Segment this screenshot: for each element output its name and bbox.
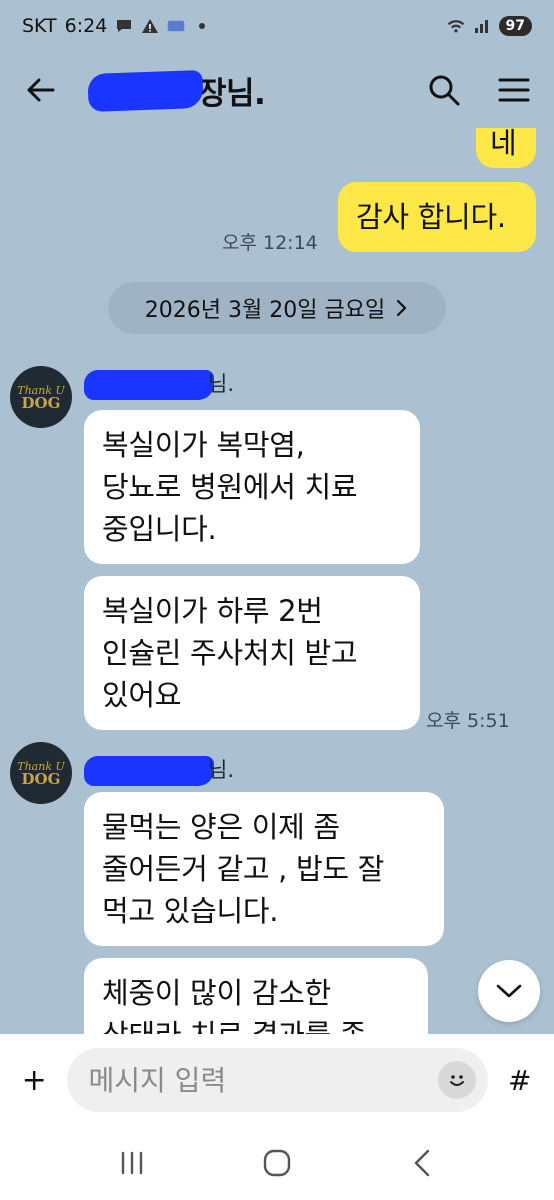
incoming-message-bubble[interactable]: 복실이가 하루 2번 인슐린 주사처치 받고 있어요	[84, 576, 420, 730]
message-line: 당뇨로 병원에서 치료	[102, 470, 358, 504]
dot-icon	[193, 17, 211, 35]
message-time: 오후 5:51	[426, 710, 510, 732]
avatar-text: DOG	[21, 394, 61, 412]
message-composer: + #	[0, 1034, 554, 1126]
date-divider[interactable]: 2026년 3월 20일 금요일	[108, 282, 446, 334]
home-button[interactable]	[252, 1138, 302, 1188]
status-bar: SKT 6:24 97	[0, 0, 554, 52]
smiley-icon	[449, 1075, 464, 1086]
back-nav-icon	[414, 1149, 429, 1177]
message-line: 체중이 많이 감소한	[102, 976, 331, 1010]
clock-time: 6:24	[64, 15, 108, 37]
message-input[interactable]	[88, 1063, 438, 1097]
message-line: 있어요	[102, 678, 182, 712]
system-navigation-bar	[0, 1126, 554, 1200]
message-text: 네	[490, 128, 517, 160]
home-icon	[263, 1149, 291, 1177]
message-line: 먹고 있습니다.	[102, 894, 279, 928]
chevron-down-icon	[496, 984, 522, 998]
message-time: 오후 12:14	[222, 232, 318, 254]
back-nav-button[interactable]	[397, 1138, 447, 1188]
recent-apps-icon	[122, 1151, 143, 1175]
chat-header: 장님.	[0, 52, 554, 128]
chat-title: 장님.	[87, 68, 266, 113]
menu-button[interactable]	[496, 72, 532, 108]
app-icon	[167, 17, 185, 35]
incoming-message-bubble[interactable]: 물먹는 양은 이제 좀 줄어든거 같고 , 밥도 잘 먹고 있습니다.	[84, 792, 444, 946]
signal-icon	[473, 17, 491, 35]
sender-name: 님.	[84, 754, 234, 786]
plus-icon: +	[21, 1062, 47, 1098]
sender-avatar[interactable]: Thank U DOG	[10, 366, 72, 428]
message-line: 인슐린 주사처치 받고	[102, 636, 358, 670]
message-line: 복실이가 복막염,	[102, 428, 305, 462]
incoming-message-bubble[interactable]: 체중이 많이 감소한 상태라 치료 결과를 좀	[84, 958, 428, 1034]
message-line: 물먹는 양은 이제 좀	[102, 810, 340, 844]
warning-icon	[141, 17, 159, 35]
message-input-container[interactable]	[66, 1048, 488, 1112]
date-divider-label: 2026년 3월 20일 금요일	[144, 298, 386, 323]
sender-name: 님.	[84, 368, 234, 400]
message-line: 중입니다.	[102, 512, 217, 546]
outgoing-message-bubble[interactable]: 네	[476, 128, 536, 168]
hashtag-button[interactable]: #	[502, 1058, 539, 1102]
carrier-label: SKT	[22, 15, 57, 37]
message-line: 복실이가 하루 2번	[102, 594, 323, 628]
wifi-icon	[447, 17, 465, 35]
scroll-to-bottom-button[interactable]	[478, 960, 540, 1022]
attach-button[interactable]: +	[16, 1058, 53, 1102]
battery-level: 97	[498, 16, 532, 36]
message-line: 줄어든거 같고 , 밥도 잘	[102, 852, 385, 886]
chat-message-list[interactable]: 네 오후 12:14 감사 합니다. 2026년 3월 20일 금요일 Than…	[0, 128, 554, 1034]
avatar-text: DOG	[21, 770, 61, 788]
search-button[interactable]	[426, 72, 462, 108]
redaction-mark	[87, 69, 204, 112]
outgoing-message-bubble[interactable]: 감사 합니다.	[338, 182, 536, 252]
chevron-right-icon	[397, 299, 407, 317]
recent-apps-button[interactable]	[107, 1138, 157, 1188]
sender-name-suffix: 님.	[208, 372, 234, 396]
hash-icon: #	[508, 1063, 532, 1097]
back-button[interactable]	[22, 72, 58, 108]
search-icon	[429, 75, 460, 106]
sender-name-suffix: 님.	[208, 758, 234, 782]
incoming-message-bubble[interactable]: 복실이가 복막염, 당뇨로 병원에서 치료 중입니다.	[84, 410, 420, 564]
hamburger-menu-icon	[498, 78, 530, 102]
message-line: 상태라 치료 결과를 좀	[102, 1014, 410, 1034]
emoji-button[interactable]	[437, 1061, 476, 1099]
redaction-mark	[84, 370, 214, 400]
redaction-mark	[84, 756, 214, 786]
arrow-left-icon	[27, 78, 55, 102]
sender-avatar[interactable]: Thank U DOG	[10, 742, 72, 804]
message-text: 감사 합니다.	[356, 200, 506, 234]
chat-bubble-icon	[115, 17, 133, 35]
